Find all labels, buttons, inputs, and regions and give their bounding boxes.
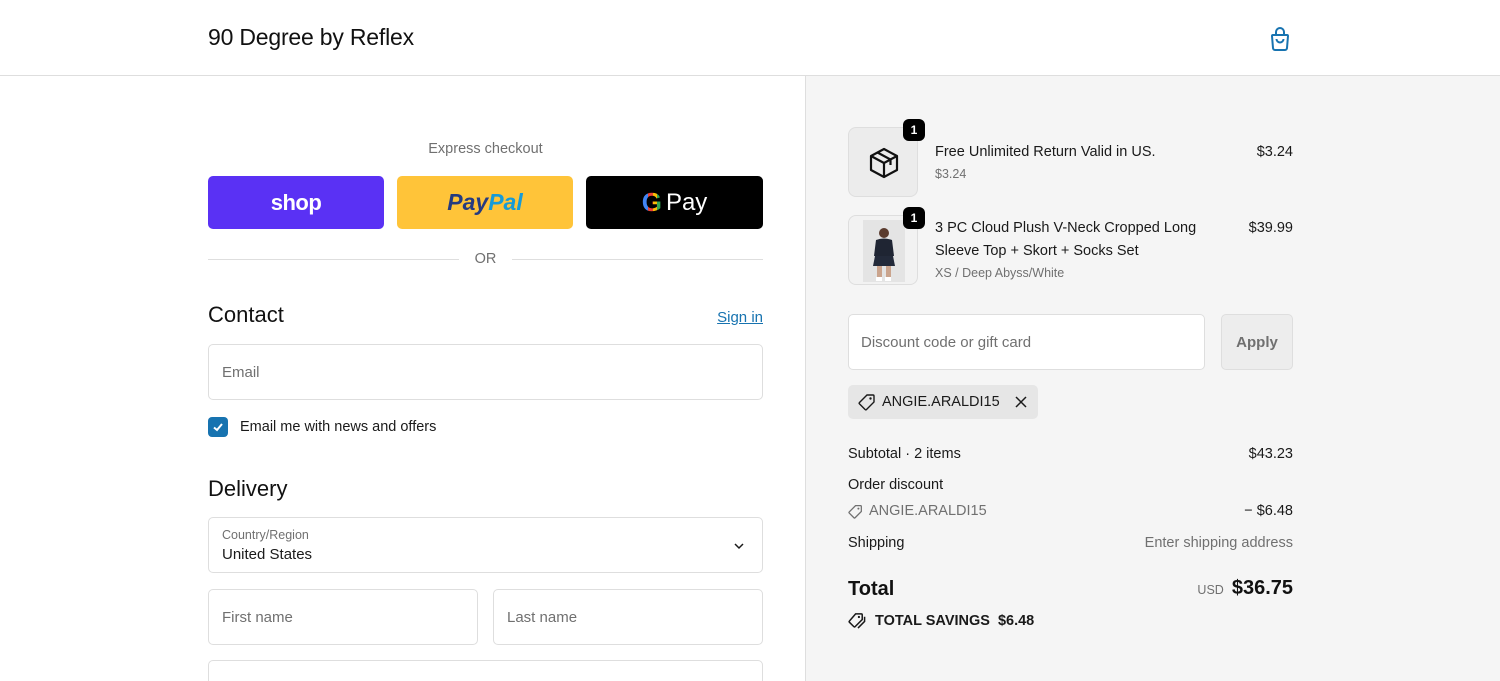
order-discount-label: Order discount: [848, 477, 944, 493]
tag-icon: [848, 504, 862, 519]
country-select[interactable]: Country/Region United States: [208, 517, 763, 573]
discount-code-input[interactable]: Discount code or gift card: [848, 314, 1205, 370]
sign-in-link[interactable]: Sign in: [700, 309, 763, 326]
close-icon: [1015, 396, 1027, 408]
cart-item-variant: XS / Deep Abyss/White: [935, 266, 1065, 280]
country-label: Country/Region: [222, 528, 309, 542]
tag-icon: [858, 394, 875, 411]
applied-discount-chip: ANGIE.ARALDI15: [848, 385, 1038, 419]
first-name-field[interactable]: First name: [208, 589, 478, 645]
shop-pay-label: shop: [270, 189, 322, 215]
last-name-field[interactable]: Last name: [493, 589, 763, 645]
total-value-group: USD $36.75: [1197, 577, 1293, 600]
google-pay-button[interactable]: G Pay: [586, 176, 763, 229]
quantity-badge: 1: [903, 207, 925, 229]
order-discount-row: Order discount: [848, 477, 1293, 493]
email-placeholder: Email: [222, 364, 260, 381]
paypal-button[interactable]: Pay Pal: [397, 176, 573, 229]
applied-discount-code: ANGIE.ARALDI15: [882, 394, 1000, 410]
cart-item-price: $39.99: [1248, 220, 1293, 236]
country-value: United States: [222, 546, 313, 563]
cart-item-thumbnail: 1: [848, 119, 925, 197]
discount-code-text: ANGIE.ARALDI15: [869, 503, 987, 519]
newsletter-checkbox[interactable]: [208, 417, 228, 437]
shipping-label: Shipping: [848, 535, 905, 551]
or-divider: OR: [208, 250, 763, 270]
total-amount: $36.75: [1231, 577, 1293, 599]
last-name-placeholder: Last name: [507, 609, 578, 626]
express-checkout-label: Express checkout: [428, 141, 543, 157]
shipping-value: Enter shipping address: [1144, 535, 1293, 551]
quantity-badge: 1: [903, 119, 925, 141]
currency-code: USD: [1197, 583, 1224, 597]
shop-pay-button[interactable]: shop: [208, 176, 384, 229]
paypal-label-pal: Pal: [488, 189, 523, 215]
tags-icon: [848, 613, 866, 629]
first-name-placeholder: First name: [222, 609, 293, 626]
email-field[interactable]: Email: [208, 344, 763, 400]
cart-item-variant: $3.24: [935, 167, 967, 181]
total-label: Total: [848, 578, 895, 600]
cart-item-price: $3.24: [1256, 144, 1293, 160]
google-pay-label: Pay: [665, 188, 708, 216]
checkmark-icon: [213, 423, 223, 432]
shipping-row: Shipping Enter shipping address: [848, 535, 1293, 551]
discount-value: − $6.48: [1244, 503, 1293, 519]
remove-discount-button[interactable]: [1014, 395, 1028, 409]
newsletter-label: Email me with news and offers: [240, 419, 437, 435]
brand-title[interactable]: 90 Degree by Reflex: [208, 24, 414, 51]
paypal-label-pay: Pay: [447, 189, 489, 215]
subtotal-row: Subtotal · 2 items $43.23: [848, 446, 1293, 462]
apply-discount-button[interactable]: Apply: [1221, 314, 1293, 370]
discount-code-info: ANGIE.ARALDI15: [848, 503, 987, 519]
cart-item-name: 3 PC Cloud Plush V-Neck Cropped Long Sle…: [935, 220, 1197, 259]
discount-placeholder: Discount code or gift card: [861, 334, 1032, 351]
address-field[interactable]: [208, 660, 763, 681]
savings-label: TOTAL SAVINGS: [875, 612, 990, 629]
savings-value: $6.48: [997, 612, 1035, 629]
shopping-bag-icon[interactable]: [1266, 25, 1294, 53]
subtotal-value: $43.23: [1248, 446, 1293, 462]
contact-heading: Contact: [208, 302, 284, 327]
cart-item-name: Free Unlimited Return Valid in US.: [935, 144, 1156, 160]
chevron-down-icon: [734, 543, 744, 550]
total-savings: TOTAL SAVINGS $6.48: [848, 612, 1034, 629]
or-text: OR: [474, 251, 497, 267]
google-g-icon: G: [641, 187, 662, 217]
header: 90 Degree by Reflex: [0, 0, 1500, 76]
discount-code-row: ANGIE.ARALDI15 − $6.48: [848, 503, 1293, 523]
subtotal-label: Subtotal · 2 items: [848, 446, 961, 462]
cart-item-thumbnail: 1: [848, 207, 925, 285]
delivery-heading: Delivery: [208, 476, 288, 501]
